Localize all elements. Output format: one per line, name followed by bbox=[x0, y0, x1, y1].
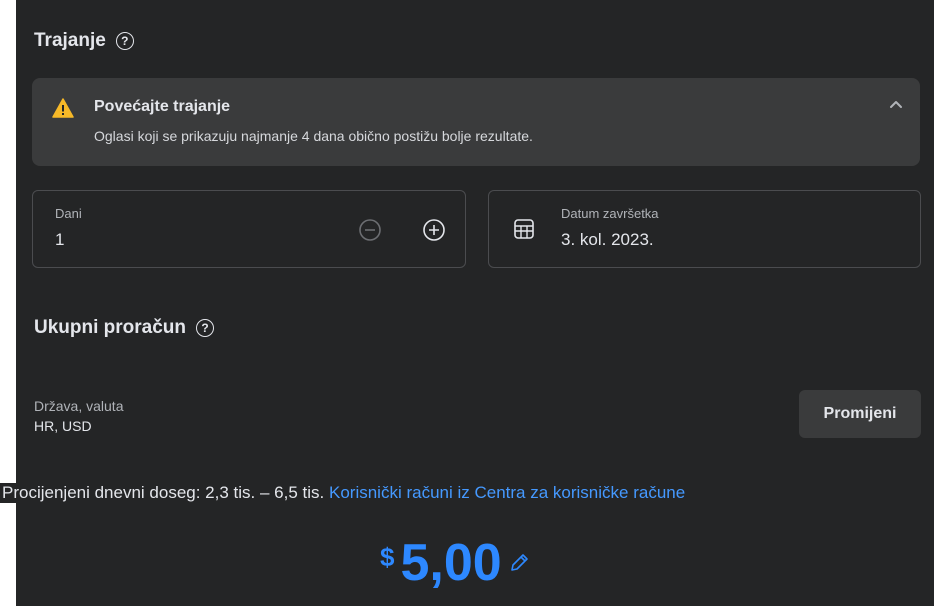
help-icon[interactable]: ? bbox=[115, 32, 134, 50]
country-currency-label: Država, valuta bbox=[34, 398, 124, 414]
days-value[interactable]: 1 bbox=[55, 230, 64, 250]
budget-section-title: Ukupni proračun ? bbox=[34, 317, 215, 339]
days-field[interactable]: Dani 1 bbox=[32, 190, 466, 268]
increment-icon[interactable] bbox=[420, 216, 448, 244]
warning-icon bbox=[52, 98, 74, 118]
end-date-field[interactable]: Datum završetka 3. kol. 2023. bbox=[488, 190, 921, 268]
duration-title: Trajanje bbox=[34, 30, 106, 51]
reach-text: Procijenjeni dnevni doseg: 2,3 tis. – 6,… bbox=[2, 483, 325, 502]
days-label: Dani bbox=[55, 206, 82, 221]
chevron-up-icon[interactable] bbox=[886, 94, 906, 114]
end-date-value[interactable]: 3. kol. 2023. bbox=[561, 230, 654, 250]
pencil-icon[interactable] bbox=[508, 552, 530, 574]
estimated-reach: Procijenjeni dnevni doseg: 2,3 tis. – 6,… bbox=[0, 483, 934, 503]
end-date-label: Datum završetka bbox=[561, 206, 659, 221]
duration-alert: Povećajte trajanje Oglasi koji se prikaz… bbox=[32, 78, 920, 166]
decrement-icon[interactable] bbox=[356, 216, 384, 244]
amount-value[interactable]: 5,00 bbox=[400, 532, 501, 594]
alert-description: Oglasi koji se prikazuju najmanje 4 dana… bbox=[94, 128, 533, 144]
currency-symbol: $ bbox=[380, 542, 395, 572]
help-icon[interactable]: ? bbox=[196, 319, 215, 337]
country-currency-value: HR, USD bbox=[34, 418, 92, 434]
budget-title: Ukupni proračun bbox=[34, 317, 187, 338]
duration-section-title: Trajanje ? bbox=[34, 30, 134, 52]
change-button[interactable]: Promijeni bbox=[799, 390, 921, 438]
alert-title: Povećajte trajanje bbox=[94, 98, 231, 115]
budget-amount[interactable]: $ 5,00 bbox=[380, 532, 530, 594]
calendar-icon bbox=[514, 219, 534, 239]
accounts-center-link[interactable]: Korisnički računi iz Centra za korisničk… bbox=[329, 483, 685, 502]
